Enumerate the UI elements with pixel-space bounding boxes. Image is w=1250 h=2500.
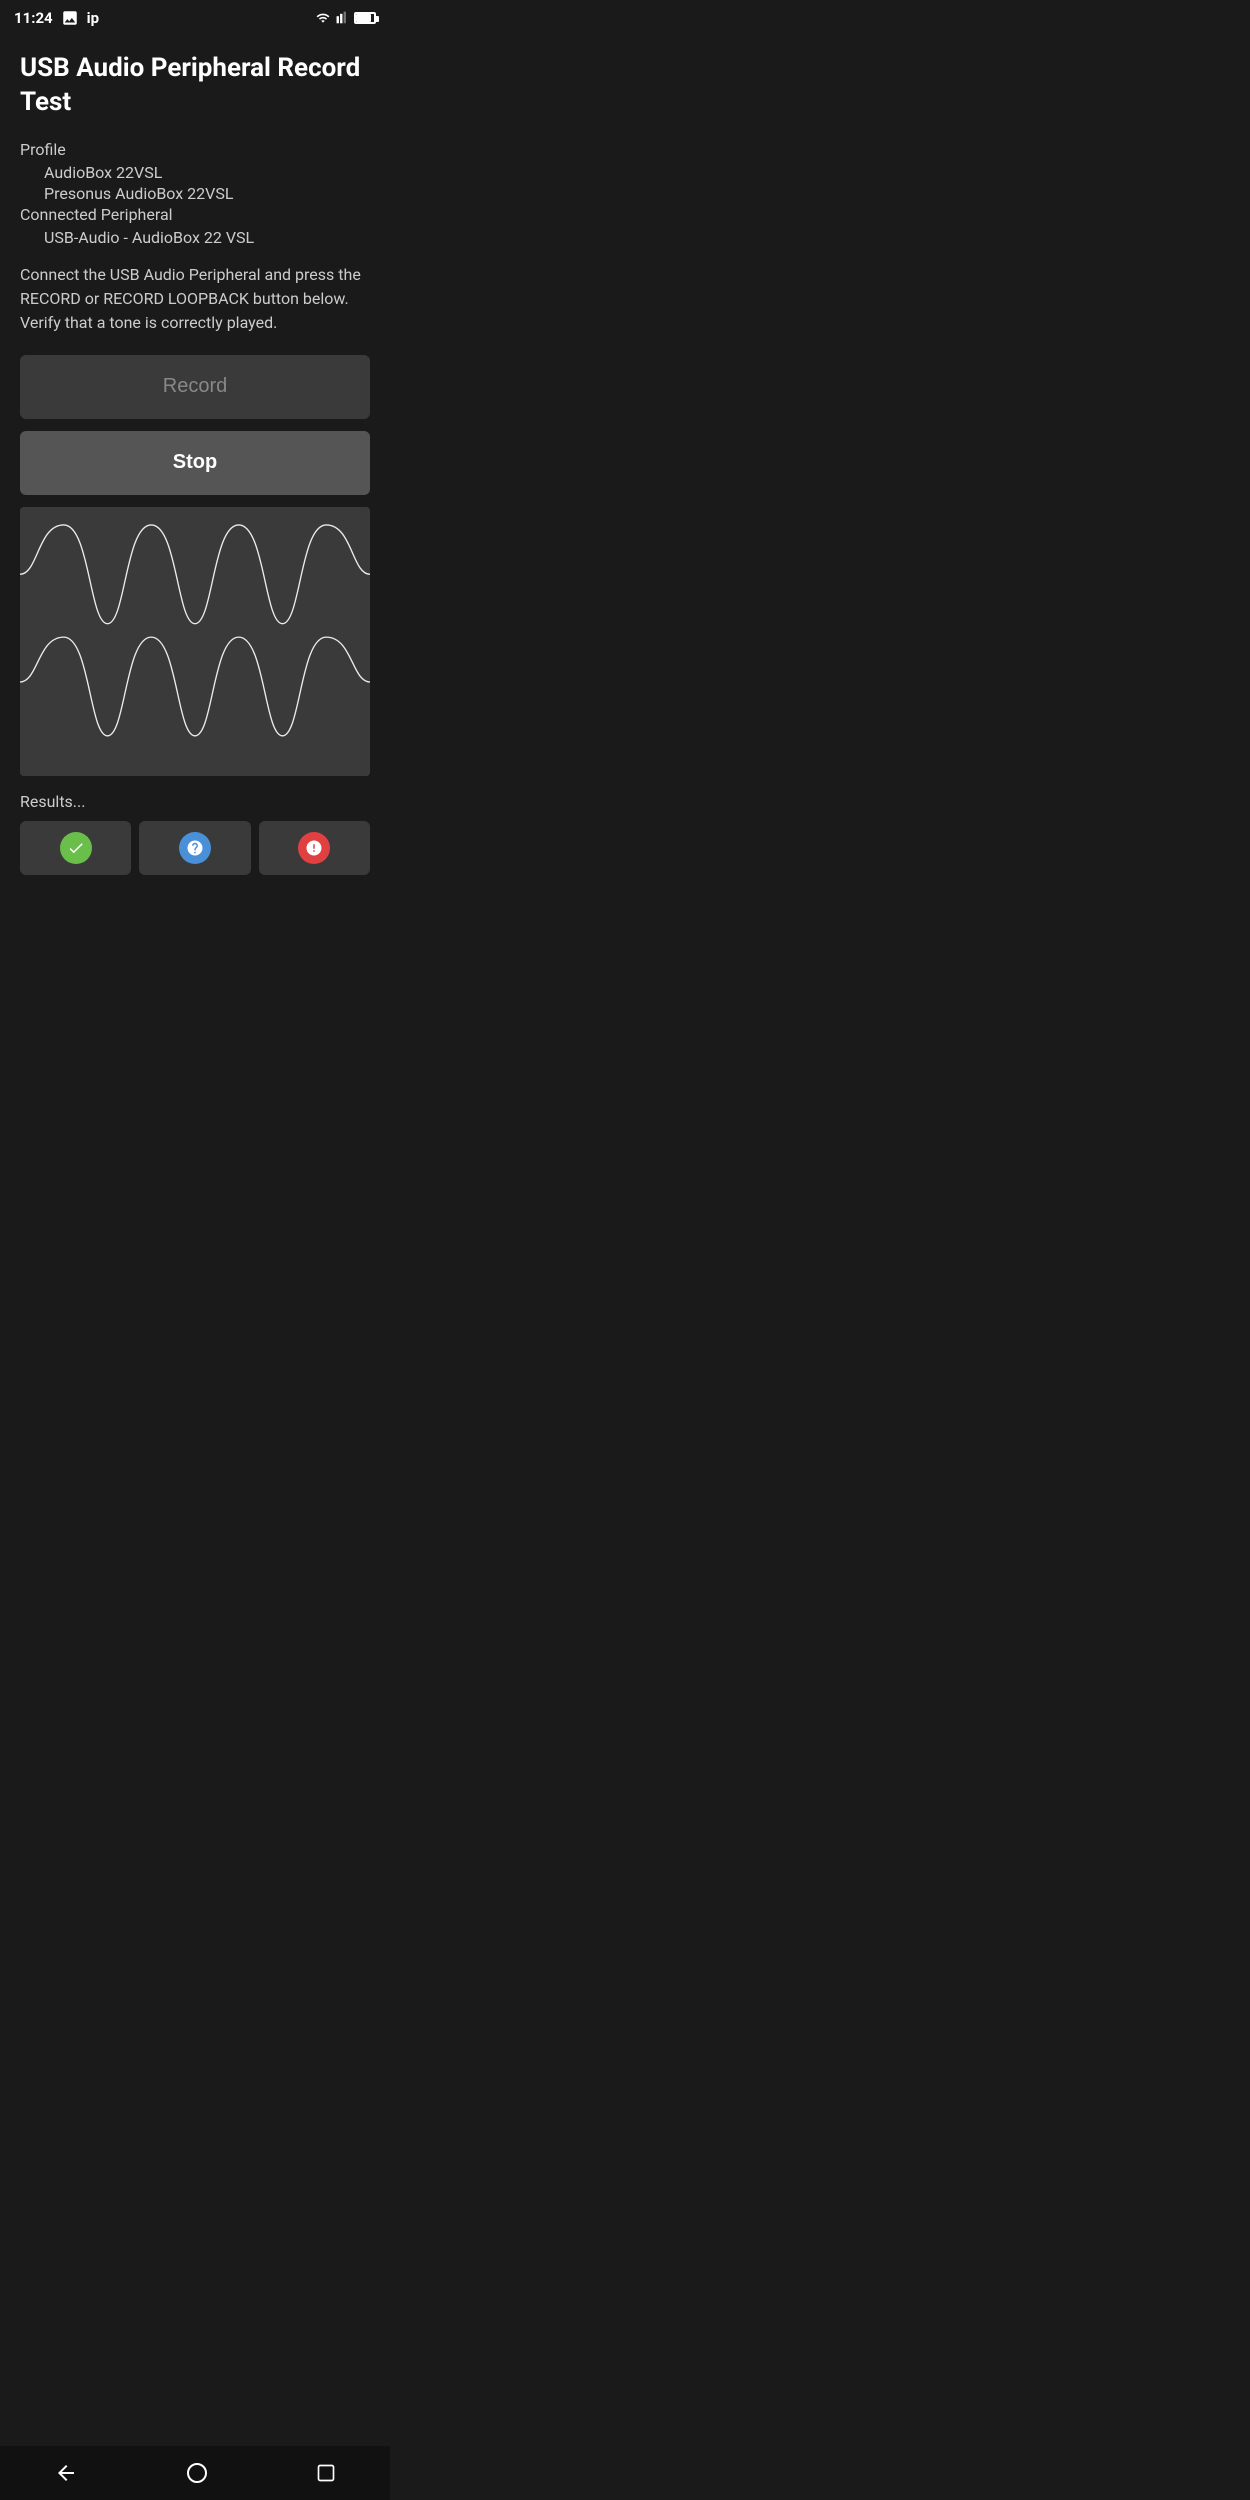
main-content: USB Audio Peripheral Record Test Profile… bbox=[0, 36, 390, 891]
record-button[interactable]: Record bbox=[20, 355, 370, 419]
profile-label: Profile bbox=[20, 140, 370, 159]
signal-icon bbox=[336, 11, 350, 25]
stop-button[interactable]: Stop bbox=[20, 431, 370, 495]
help-icon bbox=[179, 832, 211, 864]
error-icon bbox=[298, 832, 330, 864]
success-icon bbox=[60, 832, 92, 864]
nav-bar bbox=[0, 2446, 390, 2500]
battery-icon bbox=[354, 12, 376, 24]
recents-button[interactable] bbox=[308, 2455, 344, 2491]
home-button[interactable] bbox=[177, 2453, 217, 2493]
status-icons bbox=[314, 11, 376, 25]
page-title: USB Audio Peripheral Record Test bbox=[20, 52, 370, 120]
waveform-display bbox=[20, 507, 370, 776]
back-button[interactable] bbox=[46, 2453, 86, 2493]
wifi-icon bbox=[314, 11, 332, 25]
profile-full: Presonus AudioBox 22VSL bbox=[20, 184, 370, 203]
profile-name: AudioBox 22VSL bbox=[20, 163, 370, 182]
connected-label: Connected Peripheral bbox=[20, 205, 370, 224]
photo-icon bbox=[61, 9, 79, 27]
status-bar: 11:24 ip bbox=[0, 0, 390, 36]
results-buttons bbox=[20, 821, 370, 875]
status-left: 11:24 ip bbox=[14, 9, 99, 27]
ip-label: ip bbox=[87, 9, 99, 27]
instruction-text: Connect the USB Audio Peripheral and pre… bbox=[20, 263, 370, 335]
profile-section: Profile AudioBox 22VSL Presonus AudioBox… bbox=[20, 140, 370, 247]
result-success-button[interactable] bbox=[20, 821, 131, 875]
connected-value: USB-Audio - AudioBox 22 VSL bbox=[20, 228, 370, 247]
result-error-button[interactable] bbox=[259, 821, 370, 875]
results-label: Results... bbox=[20, 792, 370, 811]
time-display: 11:24 bbox=[14, 9, 53, 27]
result-help-button[interactable] bbox=[139, 821, 250, 875]
